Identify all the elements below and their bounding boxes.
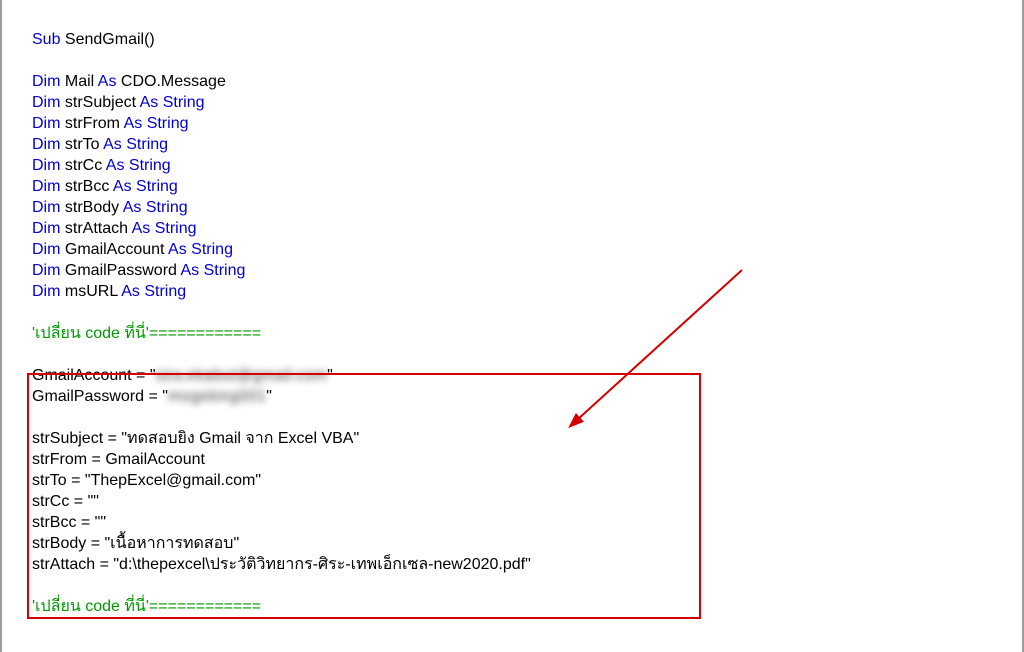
keyword-as: As [106,157,125,174]
code-editor-viewport: Sub SendGmail() Dim Mail As CDO.Message … [0,0,1024,652]
type-string: String [155,220,197,237]
keyword-as: As [121,283,140,300]
comment-change-code-top: 'เปลี่ยน code ที่นี่'============ [32,325,261,342]
keyword-dim: Dim [32,73,60,90]
assign-close-quote: " [327,367,333,384]
var-gmail-password: GmailPassword [65,262,177,279]
type-string: String [136,178,178,195]
redacted-email: sira.ekabut@gmail.com [156,367,328,384]
sub-name: SendGmail() [65,31,155,48]
keyword-dim: Dim [32,262,60,279]
var-mail: Mail [65,73,94,90]
assign-from: strFrom = GmailAccount [32,451,205,468]
keyword-dim: Dim [32,136,60,153]
keyword-as: As [124,115,143,132]
type-string: String [144,283,186,300]
keyword-as: As [140,94,159,111]
keyword-dim: Dim [32,283,60,300]
var-attach: strAttach [65,220,128,237]
var-cc: strCc [65,157,102,174]
assign-bcc: strBcc = "" [32,514,106,531]
type-string: String [126,136,168,153]
var-body: strBody [65,199,119,216]
type-string: String [129,157,171,174]
var-from: strFrom [65,115,120,132]
keyword-as: As [103,136,122,153]
type-string: String [191,241,233,258]
assign-cc: strCc = "" [32,493,99,510]
var-gmail-account: GmailAccount [65,241,165,258]
keyword-dim: Dim [32,241,60,258]
keyword-as: As [132,220,151,237]
assign-body: strBody = "เนื้อหาการทดสอบ" [32,535,239,552]
keyword-dim: Dim [32,157,60,174]
code-block: Sub SendGmail() Dim Mail As CDO.Message … [2,8,1022,617]
assign-attach: strAttach = "d:\thepexcel\ประวัติวิทยากร… [32,556,531,573]
assign-gmail-account: GmailAccount = " [32,367,156,384]
keyword-as: As [123,199,142,216]
type-string: String [147,115,189,132]
assign-to: strTo = "ThepExcel@gmail.com" [32,472,261,489]
keyword-dim: Dim [32,115,60,132]
keyword-sub: Sub [32,31,60,48]
assign-subject: strSubject = "ทดสอบยิง Gmail จาก Excel V… [32,430,359,447]
assign-gmail-password: GmailPassword = " [32,388,168,405]
var-subject: strSubject [65,94,136,111]
keyword-dim: Dim [32,178,60,195]
type-string: String [163,94,205,111]
type-string: String [146,199,188,216]
assign-close-quote: " [266,388,272,405]
comment-change-code-bottom: 'เปลี่ยน code ที่นี่'============ [32,598,261,615]
keyword-dim: Dim [32,94,60,111]
keyword-as: As [98,73,117,90]
var-msurl: msURL [65,283,118,300]
keyword-as: As [113,178,132,195]
keyword-as: As [180,262,199,279]
type-string: String [204,262,246,279]
keyword-dim: Dim [32,220,60,237]
type-cdo: CDO.Message [121,73,226,90]
keyword-as: As [168,241,187,258]
var-to: strTo [65,136,100,153]
keyword-dim: Dim [32,199,60,216]
var-bcc: strBcc [65,178,109,195]
redacted-password: mogeking001 [168,388,266,405]
